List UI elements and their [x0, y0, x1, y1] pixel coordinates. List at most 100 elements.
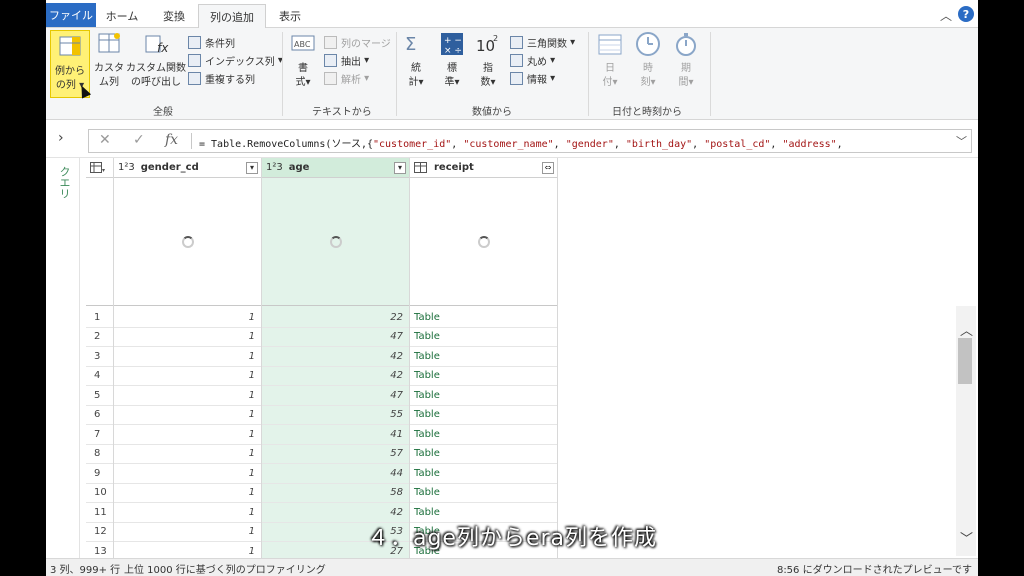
cell-age[interactable]: 41	[262, 425, 409, 445]
formula-text[interactable]: = Table.RemoveColumns(ソース,{"customer_id"…	[199, 135, 959, 150]
cell-gender-cd[interactable]: 1	[114, 484, 261, 503]
table-menu-button[interactable]: ▾	[86, 158, 113, 178]
cell-age[interactable]: 47	[262, 386, 409, 406]
extract-button[interactable]: 抽出 ▾	[324, 52, 369, 68]
tab-transform[interactable]: 変換	[154, 4, 194, 28]
vertical-scrollbar[interactable]: ︿ ﹀	[956, 306, 976, 556]
column-header-age[interactable]: 1²3 age ▾	[262, 158, 409, 178]
conditional-column-icon	[188, 35, 201, 49]
parse-button[interactable]: 解析 ▾	[324, 70, 369, 86]
tab-add-column[interactable]: 列の追加	[198, 4, 266, 29]
cell-receipt[interactable]: Table	[410, 308, 557, 328]
trigonometry-button[interactable]: 三角関数 ▾	[510, 34, 575, 50]
cell-age[interactable]: 44	[262, 464, 409, 484]
cell-receipt[interactable]: Table	[410, 328, 557, 347]
fx-icon[interactable]: fx	[165, 132, 178, 148]
row-number[interactable]: 6	[86, 406, 113, 425]
cell-gender-cd[interactable]: 1	[114, 406, 261, 425]
row-number[interactable]: 3	[86, 347, 113, 367]
tab-file[interactable]: ファイル	[46, 3, 96, 27]
column-header-gender-cd[interactable]: 1²3 gender_cd ▾	[114, 158, 261, 178]
column-from-examples-label-1: 例から	[55, 66, 85, 77]
tab-view[interactable]: 表示	[272, 4, 308, 28]
format-button[interactable]: ABC 書 式▾	[286, 30, 320, 90]
formula-expand-chevron-icon[interactable]: ﹀	[956, 133, 967, 149]
row-number[interactable]: 7	[86, 425, 113, 445]
time-button[interactable]: 時 刻▾	[632, 30, 664, 90]
cell-receipt[interactable]: Table	[410, 367, 557, 386]
status-profiling-mode[interactable]: 上位 1000 行に基づく列のプロファイリング	[124, 561, 326, 576]
table-type-icon[interactable]	[414, 161, 428, 174]
scientific-button[interactable]: 10 2 指 数▾	[472, 30, 504, 90]
information-button[interactable]: 情報 ▾	[510, 70, 555, 86]
scroll-up-chevron-icon[interactable]: ︿	[960, 320, 973, 339]
integer-type-icon[interactable]: 1²3	[118, 162, 135, 173]
duplicate-column-button[interactable]: 重複する列	[188, 70, 255, 86]
cell-receipt[interactable]: Table	[410, 406, 557, 425]
commit-formula-icon[interactable]: ✓	[133, 132, 145, 148]
cell-age[interactable]: 55	[262, 406, 409, 425]
standard-button[interactable]: + − × ÷ 標 準▾	[436, 30, 468, 90]
merge-columns-button[interactable]: 列のマージ	[324, 34, 391, 50]
cell-receipt[interactable]: Table	[410, 464, 557, 484]
statistics-button[interactable]: Σ 統 計▾	[400, 30, 432, 90]
power-query-editor: ファイル ホーム 変換 列の追加 表示 ︿ ? 例から の列 ▾ カスタ ム列 …	[46, 0, 978, 576]
column-receipt[interactable]: receipt ⇔ Table Table Table Table Table Table T…	[410, 158, 558, 562]
row-number-column: ▾ 1 2 3 4 5 6 7 8 9 10 11 12 13	[86, 158, 114, 562]
column-age[interactable]: 1²3 age ▾ 22 47 42 42 47 55 41 57 44 58 42 53 27	[262, 158, 410, 562]
cell-gender-cd[interactable]: 1	[114, 386, 261, 406]
cell-age[interactable]: 42	[262, 367, 409, 386]
cell-age[interactable]: 42	[262, 347, 409, 367]
cell-gender-cd[interactable]: 1	[114, 464, 261, 484]
cell-receipt[interactable]: Table	[410, 386, 557, 406]
column-profile	[114, 178, 261, 306]
cell-receipt[interactable]: Table	[410, 347, 557, 367]
row-number[interactable]: 9	[86, 464, 113, 484]
queries-panel[interactable]: クエリ	[46, 158, 80, 558]
cell-age[interactable]: 47	[262, 328, 409, 347]
row-number[interactable]: 4	[86, 367, 113, 386]
row-number[interactable]: 5	[86, 386, 113, 406]
cell-age[interactable]: 22	[262, 308, 409, 328]
cell-gender-cd[interactable]: 1	[114, 445, 261, 464]
expand-queries-chevron-icon[interactable]: ›	[58, 130, 64, 146]
row-number[interactable]: 2	[86, 328, 113, 347]
row-number[interactable]: 10	[86, 484, 113, 503]
custom-column-button[interactable]: カスタ ム列	[92, 30, 126, 90]
conditional-column-button[interactable]: 条件列	[188, 34, 235, 50]
help-icon[interactable]: ?	[958, 6, 974, 22]
cell-receipt[interactable]: Table	[410, 484, 557, 503]
formula-bar[interactable]: ✕ ✓ fx = Table.RemoveColumns(ソース,{"custo…	[88, 129, 972, 153]
filter-dropdown-icon[interactable]: ▾	[246, 162, 258, 174]
cancel-formula-icon[interactable]: ✕	[99, 132, 111, 148]
cell-receipt[interactable]: Table	[410, 425, 557, 445]
column-header-receipt[interactable]: receipt ⇔	[410, 158, 557, 178]
cell-gender-cd[interactable]: 1	[114, 308, 261, 328]
cell-age[interactable]: 58	[262, 484, 409, 503]
data-grid[interactable]: ▾ 1 2 3 4 5 6 7 8 9 10 11 12 13 1²3 gender_cd ▾ 111111…	[86, 158, 558, 562]
invoke-custom-function-button[interactable]: fx カスタム関数 の呼び出し	[126, 30, 186, 90]
cell-age[interactable]: 57	[262, 445, 409, 464]
scientific-label-1: 指	[483, 63, 493, 74]
collapse-ribbon-icon[interactable]: ︿	[940, 7, 952, 24]
cell-gender-cd[interactable]: 1	[114, 367, 261, 386]
date-button[interactable]: 日 付▾	[594, 30, 626, 90]
cell-receipt[interactable]: Table	[410, 445, 557, 464]
filter-dropdown-icon[interactable]: ▾	[394, 162, 406, 174]
column-gender-cd[interactable]: 1²3 gender_cd ▾ 1111111111111	[114, 158, 262, 562]
format-label-2: 式▾	[295, 77, 311, 88]
rounding-button[interactable]: 丸め ▾	[510, 52, 555, 68]
row-number[interactable]: 8	[86, 445, 113, 464]
index-column-button[interactable]: インデックス列 ▾	[188, 52, 283, 68]
integer-type-icon[interactable]: 1²3	[266, 162, 283, 173]
row-number[interactable]: 1	[86, 308, 113, 328]
cell-gender-cd[interactable]: 1	[114, 328, 261, 347]
expand-column-icon[interactable]: ⇔	[542, 162, 554, 174]
scrollbar-thumb[interactable]	[958, 338, 972, 384]
cell-gender-cd[interactable]: 1	[114, 347, 261, 367]
cell-gender-cd[interactable]: 1	[114, 425, 261, 445]
table-column-icon	[59, 36, 81, 56]
duration-button[interactable]: 期 間▾	[670, 30, 702, 90]
column-from-examples-button[interactable]: 例から の列 ▾	[50, 30, 92, 99]
tab-home[interactable]: ホーム	[102, 4, 142, 28]
